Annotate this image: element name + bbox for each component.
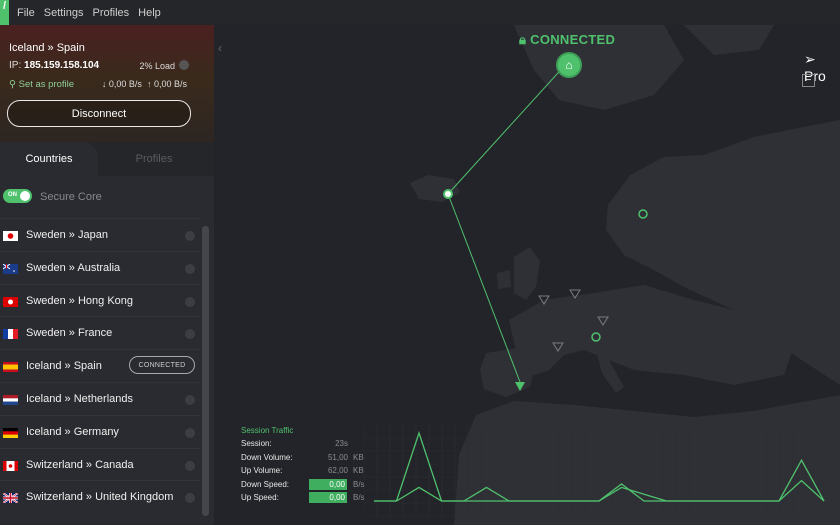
- connection-status: 🔒︎ CONNECTED: [519, 32, 616, 47]
- traffic-value: 0,00: [309, 478, 347, 490]
- flag-es-icon: [3, 362, 18, 373]
- flag-hk-icon: [3, 296, 18, 307]
- traffic-value: 23s: [335, 439, 348, 448]
- flag-de-icon: [3, 427, 18, 438]
- menu-settings[interactable]: Settings: [44, 7, 84, 19]
- traffic-row: Up Speed: 0,00 B/s: [241, 492, 365, 506]
- traffic-value: 62,00: [327, 466, 348, 475]
- session-traffic-title: Session Traffic: [241, 426, 294, 435]
- server-load-icon: [185, 493, 195, 504]
- iceland-node[interactable]: [443, 189, 453, 199]
- traffic-value: 0,00: [309, 492, 347, 503]
- flag-au-icon: [3, 263, 18, 274]
- server-load-icon: [185, 394, 195, 405]
- server-load-icon: [185, 427, 195, 438]
- ip-address: IP: 185.159.158.104: [9, 60, 100, 71]
- server-load-icon: [185, 263, 195, 274]
- server-load-icon: [185, 460, 195, 471]
- collapse-sidebar-icon[interactable]: ‹: [218, 41, 222, 55]
- server-row[interactable]: Sweden » Hong Kong: [0, 283, 200, 317]
- server-name: Switzerland » Canada: [26, 458, 134, 471]
- server-list: Sweden » Japan Sweden » Australia Sweden »…: [0, 218, 200, 513]
- menu-file[interactable]: File: [17, 7, 35, 19]
- traffic-row: Down Speed: 0,00 B/s: [241, 478, 365, 493]
- server-row[interactable]: Iceland » Netherlands: [0, 381, 200, 415]
- download-series-line: [374, 430, 825, 502]
- connection-panel: Iceland » Spain IP: 185.159.158.104 2% L…: [0, 25, 214, 142]
- sidebar-scrollbar[interactable]: [202, 226, 209, 516]
- server-load-icon: [185, 296, 195, 307]
- server-row[interactable]: Switzerland » Canada: [0, 447, 200, 481]
- disconnect-button[interactable]: Disconnect: [7, 100, 191, 127]
- server-name: Iceland » Netherlands: [26, 392, 134, 405]
- server-name: Iceland » Spain: [26, 360, 102, 373]
- secure-core-row: ON Secure Core: [0, 176, 214, 216]
- traffic-label: Down Volume:: [241, 452, 293, 462]
- home-icon[interactable]: ⌂: [556, 52, 582, 78]
- server-name: Switzerland » United Kingdom: [26, 491, 174, 504]
- server-name: Sweden » Japan: [26, 229, 108, 241]
- speed-readout: ↓ 0,00 B/s ↑ 0,00 B/s: [101, 79, 187, 89]
- server-row[interactable]: Iceland » Germany: [0, 414, 200, 448]
- flag-ca-icon: [3, 460, 18, 471]
- session-traffic-panel: Session Traffic Session: 23s Down Volume: 5…: [241, 426, 365, 506]
- traffic-label: Down Speed:: [241, 479, 290, 489]
- load-indicator-icon: [179, 60, 189, 70]
- set-as-profile-link[interactable]: ⚲ Set as profile: [9, 79, 74, 90]
- flag-gb-icon: [3, 493, 18, 504]
- navigation-icon: ➢: [804, 51, 816, 67]
- flag-nl-icon: [3, 394, 18, 405]
- app-logo-icon: /: [0, 0, 9, 25]
- traffic-label: Up Volume:: [241, 466, 283, 475]
- lock-icon: 🔒︎: [519, 32, 527, 47]
- server-name: Iceland » Germany: [26, 425, 119, 438]
- secure-core-label: Secure Core: [40, 191, 102, 203]
- server-name: Sweden » France: [26, 327, 113, 340]
- sidebar: Iceland » Spain IP: 185.159.158.104 2% L…: [0, 25, 214, 525]
- server-row[interactable]: Sweden » Australia: [0, 250, 200, 284]
- menu-bar: / File Settings Profiles Help: [0, 0, 840, 25]
- traffic-chart: [364, 425, 834, 517]
- zoom-out-button[interactable]: −: [802, 74, 815, 87]
- server-row[interactable]: Switzerland » United Kingdom: [0, 480, 200, 513]
- traffic-value: 51,00: [327, 452, 348, 462]
- secure-core-toggle[interactable]: ON: [3, 189, 32, 203]
- traffic-row: Session: 23s: [241, 438, 361, 452]
- menu-profiles[interactable]: Profiles: [92, 7, 129, 19]
- traffic-label: Up Speed:: [241, 493, 279, 502]
- server-load: 2% Load: [139, 61, 175, 71]
- flag-fr-icon: [3, 329, 18, 340]
- map-view[interactable]: ‹ 🔒︎ CONNECTED ⌂ ➢ Pro − Session Traffic…: [214, 25, 840, 525]
- flag-jp-icon: [3, 231, 18, 241]
- server-name: Sweden » Australia: [26, 261, 121, 274]
- down-arrow-icon: ↓: [101, 79, 107, 89]
- connected-badge: CONNECTED: [129, 356, 195, 375]
- up-arrow-icon: ↑: [146, 79, 152, 89]
- traffic-row: Up Volume: 62,00 KB: [241, 465, 364, 479]
- server-name: Sweden » Hong Kong: [26, 294, 134, 307]
- menu-help[interactable]: Help: [138, 7, 161, 19]
- upload-series-line: [374, 479, 825, 502]
- traffic-row: Down Volume: 51,00 KB: [241, 452, 364, 466]
- tab-profiles[interactable]: Profiles: [106, 142, 202, 176]
- traffic-label: Session:: [241, 439, 272, 448]
- sidebar-tabs: Countries Profiles: [0, 142, 214, 176]
- server-load-icon: [185, 231, 195, 241]
- server-load-icon: [185, 329, 195, 340]
- map-pin-icon: ⚲: [9, 79, 16, 90]
- server-row[interactable]: Iceland » Spain CONNECTED: [0, 349, 200, 382]
- server-row[interactable]: Sweden » Japan: [0, 218, 200, 251]
- tab-countries[interactable]: Countries: [0, 142, 98, 176]
- server-row[interactable]: Sweden » France: [0, 316, 200, 349]
- connection-title: Iceland » Spain: [9, 42, 85, 54]
